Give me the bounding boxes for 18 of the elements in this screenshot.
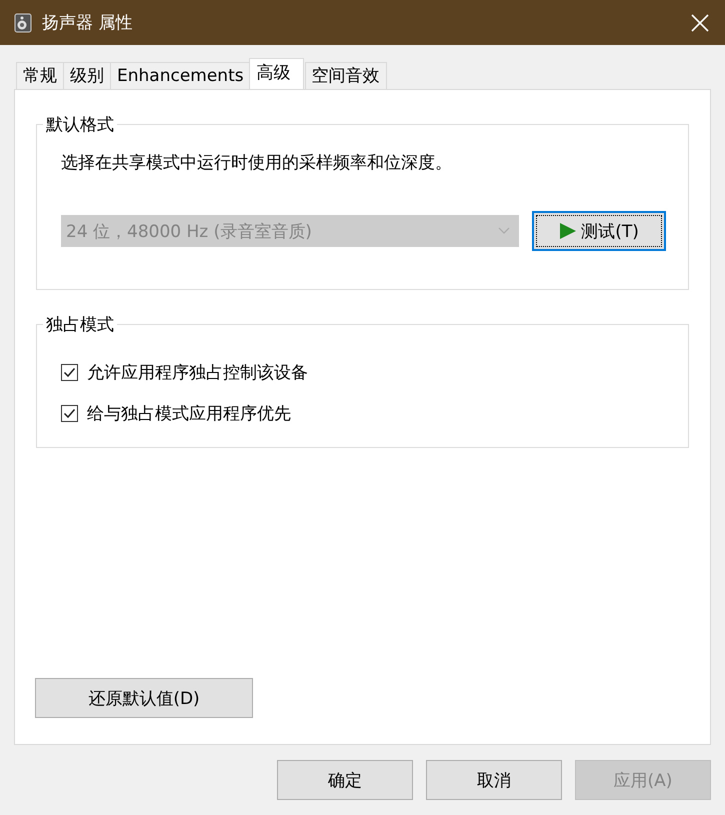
- test-button[interactable]: 测试(T): [532, 211, 666, 251]
- restore-defaults-button[interactable]: 还原默认值(D): [35, 678, 253, 718]
- speaker-icon: [14, 12, 32, 32]
- dialog-button[interactable]: 取消: [426, 760, 562, 800]
- tab[interactable]: 空间音效: [304, 62, 387, 89]
- checkbox[interactable]: [61, 405, 78, 422]
- dialog-button[interactable]: 确定: [277, 760, 413, 800]
- window-title: 扬声器 属性: [42, 12, 132, 34]
- group-title: 默认格式: [43, 113, 117, 136]
- description-text: 选择在共享模式中运行时使用的采样频率和位深度。: [61, 152, 453, 174]
- tab[interactable]: 高级: [248, 58, 304, 89]
- chevron-icon: [498, 227, 510, 235]
- checkbox-label: 给与独占模式应用程序优先: [87, 403, 291, 425]
- close-icon[interactable]: [691, 14, 709, 32]
- tab[interactable]: 常规: [16, 62, 64, 89]
- checkbox[interactable]: [61, 364, 78, 381]
- checkbox-label: 允许应用程序独占控制该设备: [87, 362, 308, 384]
- play-icon: [559, 222, 578, 240]
